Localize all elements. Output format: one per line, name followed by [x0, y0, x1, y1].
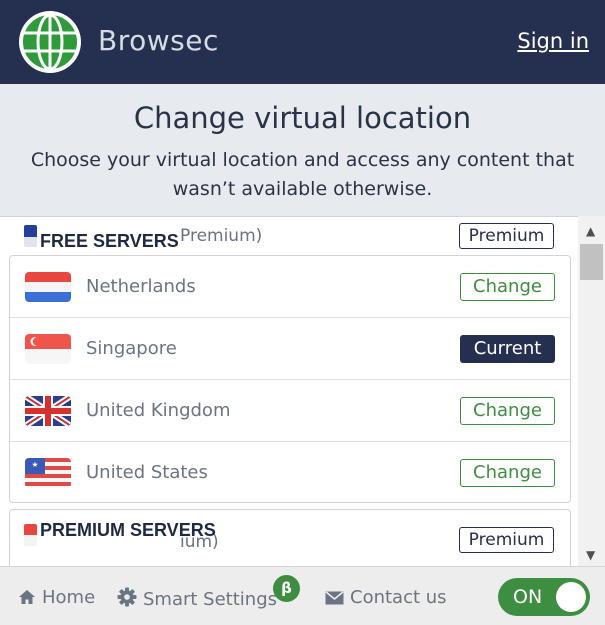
server-list: Premium) FREE SERVERS Premium Netherland… — [0, 216, 578, 566]
gear-icon — [117, 587, 137, 607]
vpn-toggle[interactable]: ON — [498, 578, 590, 616]
server-row-singapore[interactable]: Singapore Current — [10, 318, 570, 380]
free-servers-header: Premium) FREE SERVERS Premium — [10, 221, 570, 257]
server-row-netherlands[interactable]: Netherlands Change — [10, 256, 570, 318]
scroll-up-arrow-icon[interactable]: ▲ — [586, 224, 595, 238]
change-button[interactable]: Change — [460, 459, 555, 487]
country-name: Netherlands — [86, 276, 196, 297]
header-bar: Browsec Sign in — [0, 0, 605, 84]
change-button[interactable]: Change — [460, 397, 555, 425]
change-button[interactable]: Change — [460, 273, 555, 301]
contact-us-label: Contact us — [350, 587, 447, 608]
premium-servers-header: ium) PREMIUM SERVERS Premium — [10, 517, 570, 553]
toggle-knob — [556, 582, 586, 612]
brand-name: Browsec — [98, 24, 219, 57]
toggle-state-label: ON — [513, 586, 543, 608]
premium-servers-label: PREMIUM SERVERS — [40, 520, 216, 540]
scroll-down-arrow-icon[interactable]: ▼ — [586, 548, 595, 562]
free-servers-list: Netherlands Change Singapore Current Uni… — [9, 255, 571, 503]
country-name: United Kingdom — [86, 400, 231, 421]
country-name: Singapore — [86, 338, 177, 359]
page-title: Change virtual location — [133, 101, 472, 135]
netherlands-flag-icon — [25, 272, 71, 302]
home-label: Home — [42, 587, 96, 608]
us-flag-icon — [25, 458, 71, 488]
premium-button[interactable]: Premium — [459, 527, 554, 553]
home-link[interactable]: Home — [18, 587, 95, 608]
australia-flag-icon — [24, 225, 37, 247]
intro-description: Choose your virtual location and access … — [30, 149, 575, 200]
smart-settings-label: Smart Settings — [143, 589, 277, 610]
sign-in-link[interactable]: Sign in — [517, 29, 589, 53]
scrollbar-thumb[interactable] — [580, 244, 603, 280]
server-row-united-states[interactable]: United States Change — [10, 442, 570, 504]
envelope-icon — [325, 591, 344, 605]
contact-us-link[interactable]: Contact us — [325, 587, 447, 608]
scrollbar[interactable]: ▲ ▼ — [578, 216, 605, 566]
footer-bar: Home Smart Settings β Contact us ON — [0, 566, 605, 625]
globe-logo-icon — [19, 11, 81, 73]
smart-settings-link[interactable]: Smart Settings — [117, 587, 277, 610]
free-servers-label: FREE SERVERS — [40, 231, 179, 251]
intro-panel: Change virtual location Choose your virt… — [0, 84, 605, 216]
country-name: United States — [86, 462, 208, 483]
uk-flag-icon — [25, 396, 71, 426]
server-row-united-kingdom[interactable]: United Kingdom Change — [10, 380, 570, 442]
current-button[interactable]: Current — [460, 335, 555, 363]
section-ghost-text: Premium) — [180, 226, 263, 246]
beta-badge: β — [273, 575, 300, 602]
flag-icon — [24, 524, 37, 546]
singapore-flag-icon — [25, 334, 71, 364]
home-icon — [19, 590, 35, 604]
premium-button[interactable]: Premium — [459, 223, 554, 249]
